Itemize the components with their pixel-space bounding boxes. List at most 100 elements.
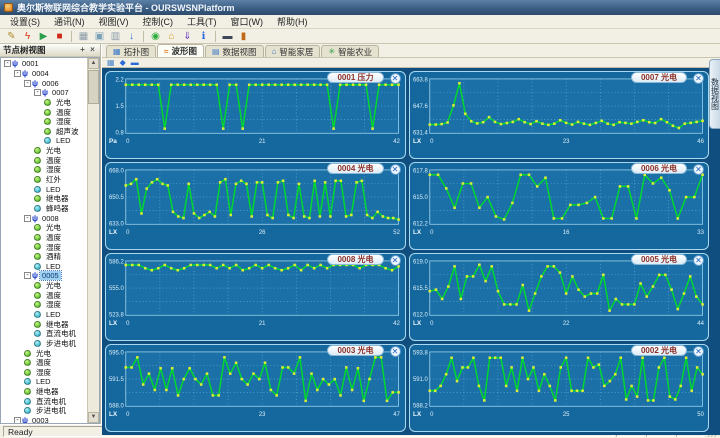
tree-item-超声波[interactable]: 超声波	[1, 126, 87, 136]
y-tick-label: 588.0	[109, 404, 125, 410]
tab-0[interactable]: ▦ 拓扑图	[106, 45, 157, 57]
tree-item-0006[interactable]: - ψ 0006	[1, 78, 87, 88]
tree-item-湿度[interactable]: 湿度	[1, 300, 87, 310]
docked-panel-tab[interactable]: 数据视图	[709, 59, 720, 129]
x-tick-label: 46	[697, 139, 704, 145]
tree-item-步进电机[interactable]: 步进电机	[1, 406, 87, 416]
chart-close-button[interactable]: ✕	[389, 163, 401, 175]
tree-item-label: 0006	[42, 78, 59, 88]
home-icon[interactable]: ⌂	[164, 30, 179, 43]
info-icon[interactable]: ℹ	[196, 30, 211, 43]
chart-panel: 619.0 615.5 612.0 0 22 44 LX 0005 光电 ✕	[408, 252, 709, 341]
tree-expand-icon[interactable]: -	[34, 89, 41, 97]
y-tick-label: 619.0	[412, 259, 428, 265]
tree-item-光电[interactable]: 光电	[1, 98, 87, 108]
y-tick-label: 591.5	[109, 377, 125, 383]
y-tick-label: 595.0	[109, 350, 125, 356]
tab-2[interactable]: ▤ 数据视图	[204, 45, 264, 57]
arrow-down-icon[interactable]: ◆	[120, 58, 126, 67]
actuator-icon	[24, 397, 31, 405]
x-tick-label: 0	[126, 139, 130, 145]
x-tick-label: 42	[393, 139, 400, 145]
pin-icon[interactable]: +	[78, 45, 87, 55]
scroll-thumb[interactable]	[88, 70, 99, 104]
sensor-icon	[34, 147, 41, 155]
menu-item-1[interactable]: 通讯(N)	[47, 15, 92, 28]
chart-close-button[interactable]: ✕	[693, 73, 704, 84]
chart-close-button[interactable]: ✕	[389, 254, 401, 266]
y-tick-label: 633.0	[109, 222, 125, 228]
chart-close-button[interactable]: ✕	[389, 73, 401, 84]
close-icon[interactable]: ×	[88, 45, 97, 55]
tree-scrollbar[interactable]: ▲ ▼	[87, 58, 99, 423]
go-icon[interactable]: ◉	[148, 30, 163, 43]
tree-item-湿度[interactable]: 湿度	[1, 368, 87, 378]
sensor-icon	[44, 118, 51, 126]
menu-item-6[interactable]: 帮助(H)	[270, 15, 315, 28]
tree-item-0007[interactable]: - ψ 0007	[1, 88, 87, 98]
actuator-icon	[34, 339, 41, 347]
menu-item-3[interactable]: 控制(C)	[136, 15, 181, 28]
download-arrow-icon[interactable]: ↓	[124, 30, 139, 43]
window-icon[interactable]: ▥	[108, 30, 123, 43]
menu-item-2[interactable]: 视图(V)	[92, 15, 136, 28]
image-icon[interactable]: ▣	[92, 30, 107, 43]
chart-grid-icon[interactable]: ▦	[107, 58, 115, 67]
keyboard-icon[interactable]: ▬	[220, 30, 235, 43]
scroll-up-icon[interactable]: ▲	[88, 58, 99, 69]
sensor-icon	[34, 282, 41, 290]
chart-plot: 586.2 555.0 523.80 21 42 LX	[109, 259, 400, 327]
view-tabs: ▦ 拓扑图 ≈ 波形图 ▤ 数据视图 ⌂ 智能家居 ✳ 智能农业	[102, 44, 720, 58]
collapse-minus-icon[interactable]: ▬	[131, 58, 139, 67]
sensor-icon	[34, 253, 41, 261]
chart-close-button[interactable]: ✕	[693, 254, 704, 266]
tree-expand-icon[interactable]: -	[14, 69, 21, 77]
menu-item-4[interactable]: 工具(T)	[180, 15, 224, 28]
tree-item-红外[interactable]: 红外	[1, 175, 87, 185]
scroll-down-icon[interactable]: ▼	[88, 412, 99, 423]
lightning-icon[interactable]: ϟ	[20, 30, 35, 43]
x-tick-label: 0	[126, 412, 130, 418]
app-icon	[4, 3, 13, 12]
edit-pencil-icon[interactable]: ✎	[4, 30, 19, 43]
tree-item-0001[interactable]: - ψ 0001	[1, 59, 87, 69]
x-tick-label: 44	[697, 321, 704, 327]
tree-expand-icon[interactable]: -	[14, 417, 21, 423]
import-arrow-icon[interactable]: ⇓	[180, 30, 195, 43]
tab-4[interactable]: ✳ 智能农业	[321, 45, 380, 57]
chart-close-button[interactable]: ✕	[693, 163, 704, 175]
node-tree-header: 节点树视图 + ×	[0, 44, 100, 57]
tree-item-label: 0004	[32, 68, 49, 78]
tree-expand-icon[interactable]: -	[24, 272, 31, 280]
tree-item-蜂鸣器[interactable]: 蜂鸣器	[1, 204, 87, 214]
tab-1[interactable]: ≈ 波形图	[157, 44, 204, 57]
tree-expand-icon[interactable]: -	[24, 214, 31, 222]
tree-expand-icon[interactable]: -	[4, 60, 11, 68]
actuator-icon	[44, 137, 51, 145]
menu-item-0[interactable]: 设置(S)	[3, 15, 47, 28]
tree-item-温度[interactable]: 温度	[1, 107, 87, 117]
exit-door-icon[interactable]: ▮	[236, 30, 251, 43]
y-tick-label: 593.8	[412, 350, 428, 356]
play-icon[interactable]: ▶	[36, 30, 51, 43]
stop-icon[interactable]: ■	[52, 30, 67, 43]
tree-expand-icon[interactable]: -	[24, 79, 31, 87]
tree-item-酒精[interactable]: 酒精	[1, 252, 87, 262]
tree-item-label: 酒精	[46, 252, 61, 262]
chart-close-button[interactable]: ✕	[389, 345, 401, 357]
tree-item-label: 0008	[42, 213, 59, 223]
window-title: 奥尔斯物联网综合教学实验平台 - OURSWSNPlatform	[17, 3, 235, 13]
y-tick-label: 615.5	[412, 286, 428, 292]
x-tick-label: 0	[430, 230, 434, 236]
y-tick-label: 0.8	[116, 131, 125, 137]
tab-3[interactable]: ⌂ 智能家居	[264, 45, 321, 57]
node-tree-list: - ψ 0001- ψ 0004- ψ 0006- ψ 0007 光电 温度 湿度 超声波 LED 光电 温度…	[1, 58, 87, 423]
tree-item-LED[interactable]: LED	[1, 261, 87, 271]
chart-close-button[interactable]: ✕	[693, 345, 704, 357]
x-tick-label: 21	[259, 321, 266, 327]
tree-item-0003[interactable]: - ψ 0003	[1, 416, 87, 423]
tree-item-0004[interactable]: - ψ 0004	[1, 69, 87, 79]
layout-icon[interactable]: ▦	[76, 30, 91, 43]
tree-item-label: 湿度	[46, 300, 61, 310]
menu-item-5[interactable]: 窗口(W)	[224, 15, 271, 28]
